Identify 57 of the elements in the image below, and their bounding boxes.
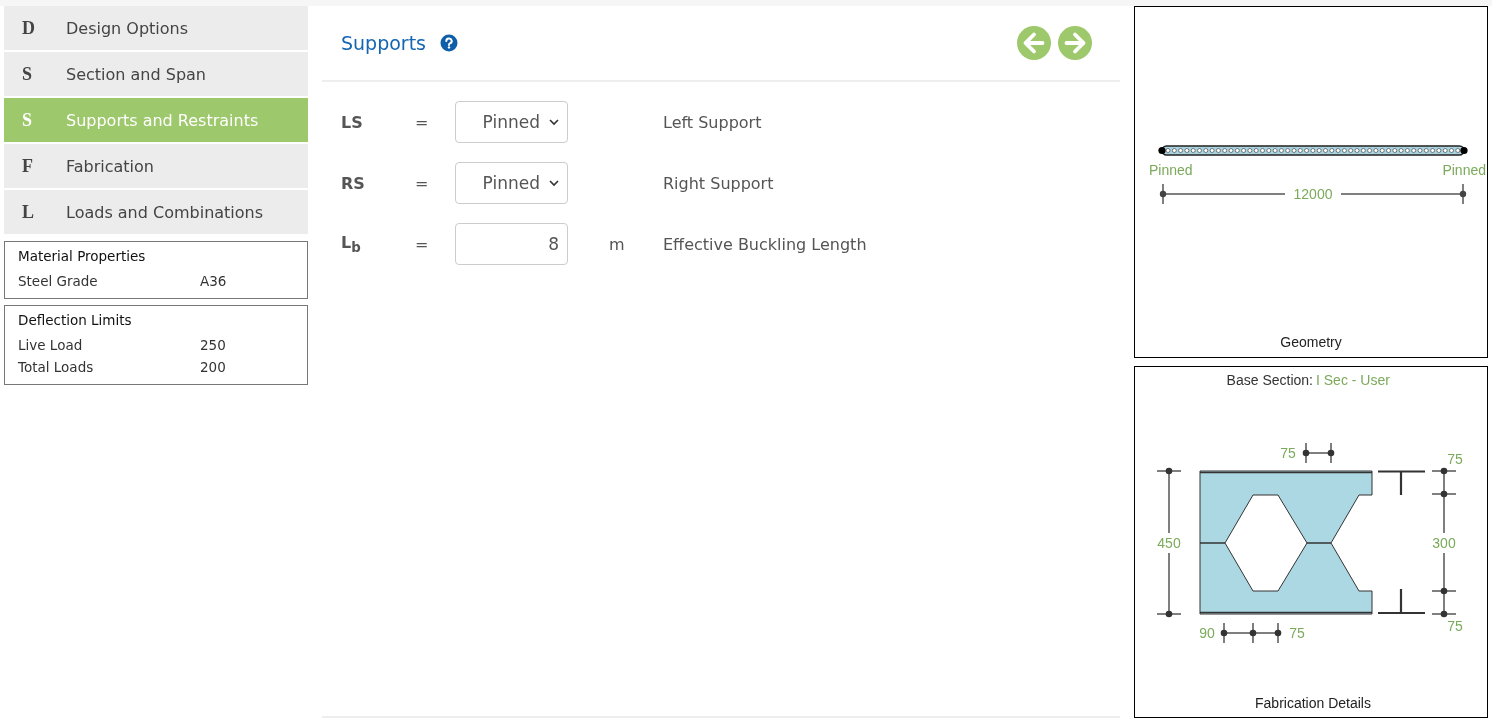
base-section-value: I Sec - User: [1316, 372, 1390, 388]
panel-caption: Geometry: [1280, 334, 1342, 350]
support-label: Pinned: [1442, 162, 1486, 178]
info-title: Deflection Limits: [18, 312, 133, 328]
dimension-label: 75: [1289, 625, 1305, 641]
field-description: Effective Buckling Length: [663, 234, 867, 254]
step-label: Fabrication: [66, 156, 154, 176]
forward-icon[interactable]: [1058, 26, 1092, 60]
equals-sign: =: [415, 234, 430, 254]
step-tab[interactable]: D Design Options: [4, 6, 308, 50]
step-label: Loads and Combinations: [66, 202, 264, 222]
info-label: Live Load: [18, 336, 84, 355]
dimension-line: [1302, 442, 1335, 464]
support-label: Pinned: [1149, 162, 1193, 178]
field-symbol: RS: [341, 173, 366, 193]
dimension-label: 90: [1199, 625, 1215, 641]
step-tab[interactable]: F Fabrication: [4, 144, 308, 188]
step-letter: S: [21, 109, 33, 131]
step-label: Section and Span: [66, 64, 206, 84]
step-letter: L: [21, 201, 35, 223]
support-dropdown[interactable]: Pinned: [455, 101, 568, 143]
dimension-label: 450: [1157, 535, 1181, 551]
unit-label: m: [608, 234, 626, 254]
step-letter: S: [21, 63, 33, 85]
step-tab[interactable]: L Loads and Combinations: [4, 190, 308, 234]
info-label: Total Loads: [18, 358, 95, 377]
info-value: 250: [200, 336, 226, 355]
help-icon[interactable]: [440, 34, 458, 52]
span-label: 12000: [1293, 186, 1333, 202]
equals-sign: =: [415, 112, 430, 132]
dimension-label: 75: [1447, 618, 1463, 634]
step-tab[interactable]: S Section and Span: [4, 52, 308, 96]
base-section-label: Base Section:: [1226, 372, 1313, 388]
step-letter: F: [21, 155, 34, 177]
panel-caption: Fabrication Details: [1255, 695, 1371, 711]
dimension-label: 300: [1432, 535, 1456, 551]
dimension-line: [1220, 622, 1282, 644]
caret-icon: [549, 179, 559, 187]
field-symbol: L$_{b}$: [341, 232, 362, 256]
step-label: Supports and Restraints: [66, 110, 259, 130]
caret-icon: [549, 118, 559, 126]
info-value: A36: [200, 272, 227, 291]
dimension-label: 75: [1280, 445, 1296, 461]
support-dropdown[interactable]: Pinned: [455, 162, 568, 204]
info-value: 200: [200, 358, 226, 377]
info-label: Steel Grade: [18, 272, 99, 291]
step-letter: D: [21, 17, 36, 39]
section-title: Supports: [341, 32, 426, 54]
field-description: Left Support: [663, 112, 762, 132]
info-title: Material Properties: [18, 248, 147, 264]
field-description: Right Support: [663, 173, 774, 193]
field-symbol: LS: [341, 112, 364, 132]
equals-sign: =: [415, 173, 430, 193]
back-icon[interactable]: [1017, 26, 1051, 60]
step-label: Design Options: [66, 18, 189, 38]
length-input[interactable]: 8: [455, 223, 568, 265]
dimension-label: 75: [1447, 451, 1463, 467]
